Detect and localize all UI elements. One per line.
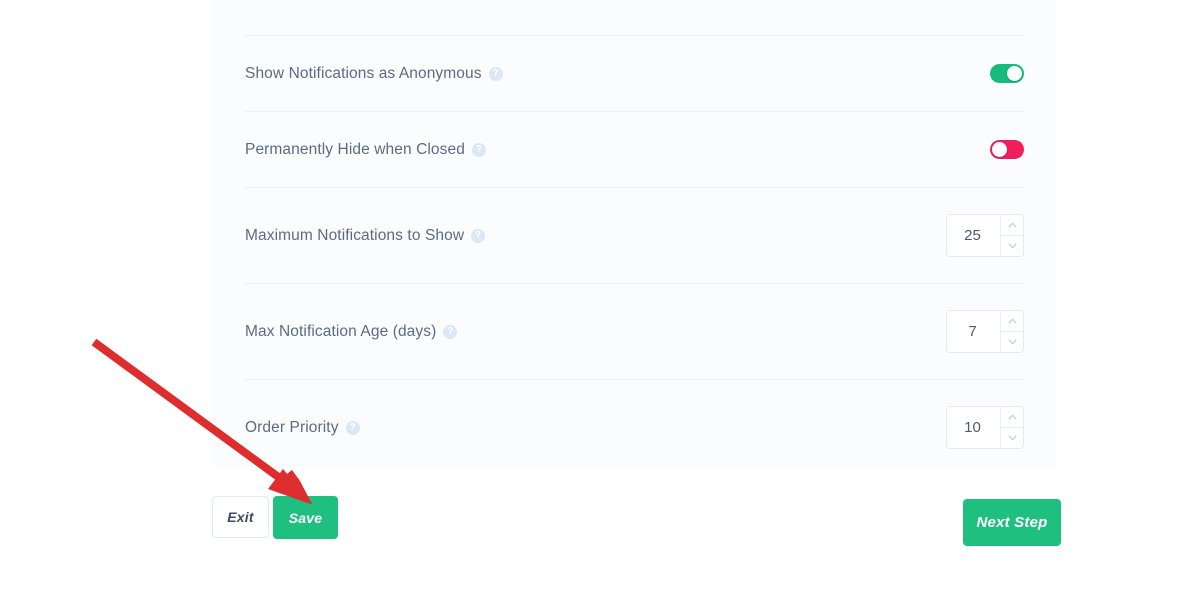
setting-label: Show Notifications as Anonymous ? bbox=[245, 65, 503, 83]
form-action-bar: Exit Save Next Step bbox=[212, 496, 1061, 546]
help-circle-icon[interactable]: ? bbox=[443, 324, 458, 339]
setting-label-text: Maximum Notifications to Show bbox=[245, 226, 465, 244]
number-stepper-maximum-notifications-to-show[interactable]: 25 bbox=[946, 214, 1024, 257]
help-circle-icon[interactable]: ? bbox=[471, 142, 486, 157]
stepper-decrement-button[interactable] bbox=[1001, 235, 1023, 256]
save-button[interactable]: Save bbox=[273, 496, 338, 539]
stepper-spinner-column bbox=[1000, 215, 1023, 256]
stepper-increment-button[interactable] bbox=[1001, 407, 1023, 427]
settings-card: Show Notifications as Anonymous ? Perman… bbox=[212, 0, 1057, 467]
number-input-value[interactable]: 25 bbox=[947, 215, 1000, 256]
stepper-increment-button[interactable] bbox=[1001, 311, 1023, 331]
setting-label-text: Permanently Hide when Closed bbox=[245, 140, 465, 158]
setting-label-text: Order Priority bbox=[245, 418, 339, 436]
toggle-permanently-hide-when-closed[interactable] bbox=[990, 140, 1024, 159]
stepper-decrement-button[interactable] bbox=[1001, 331, 1023, 352]
number-input-value[interactable]: 7 bbox=[947, 311, 1000, 352]
number-stepper-max-notification-age[interactable]: 7 bbox=[946, 310, 1024, 353]
setting-row-maximum-notifications-to-show: Maximum Notifications to Show ? 25 bbox=[245, 187, 1024, 283]
number-stepper-order-priority[interactable]: 10 bbox=[946, 406, 1024, 449]
stepper-spinner-column bbox=[1000, 311, 1023, 352]
toggle-knob bbox=[992, 142, 1007, 157]
setting-row-order-priority: Order Priority ? 10 bbox=[245, 379, 1024, 475]
setting-row-max-notification-age: Max Notification Age (days) ? 7 bbox=[245, 283, 1024, 379]
setting-label: Permanently Hide when Closed ? bbox=[245, 141, 486, 159]
help-circle-icon[interactable]: ? bbox=[471, 228, 486, 243]
setting-label: Max Notification Age (days) ? bbox=[245, 322, 458, 341]
left-action-group: Exit Save bbox=[212, 496, 338, 539]
setting-label: Maximum Notifications to Show ? bbox=[245, 226, 486, 245]
setting-row-permanently-hide-when-closed: Permanently Hide when Closed ? bbox=[245, 111, 1024, 187]
toggle-show-notifications-as-anonymous[interactable] bbox=[990, 64, 1024, 83]
toggle-knob bbox=[1007, 66, 1022, 81]
exit-button[interactable]: Exit bbox=[212, 496, 269, 538]
help-circle-icon[interactable]: ? bbox=[345, 420, 360, 435]
help-circle-icon[interactable]: ? bbox=[488, 66, 503, 81]
setting-row bbox=[245, 0, 1024, 35]
stepper-increment-button[interactable] bbox=[1001, 215, 1023, 235]
setting-label-text: Max Notification Age (days) bbox=[245, 322, 437, 340]
next-step-button[interactable]: Next Step bbox=[963, 499, 1061, 546]
stepper-decrement-button[interactable] bbox=[1001, 427, 1023, 448]
setting-label: Order Priority ? bbox=[245, 419, 360, 437]
setting-label-text: Show Notifications as Anonymous bbox=[245, 64, 482, 82]
setting-row-show-notifications-as-anonymous: Show Notifications as Anonymous ? bbox=[245, 35, 1024, 111]
number-input-value[interactable]: 10 bbox=[947, 407, 1000, 448]
stepper-spinner-column bbox=[1000, 407, 1023, 448]
